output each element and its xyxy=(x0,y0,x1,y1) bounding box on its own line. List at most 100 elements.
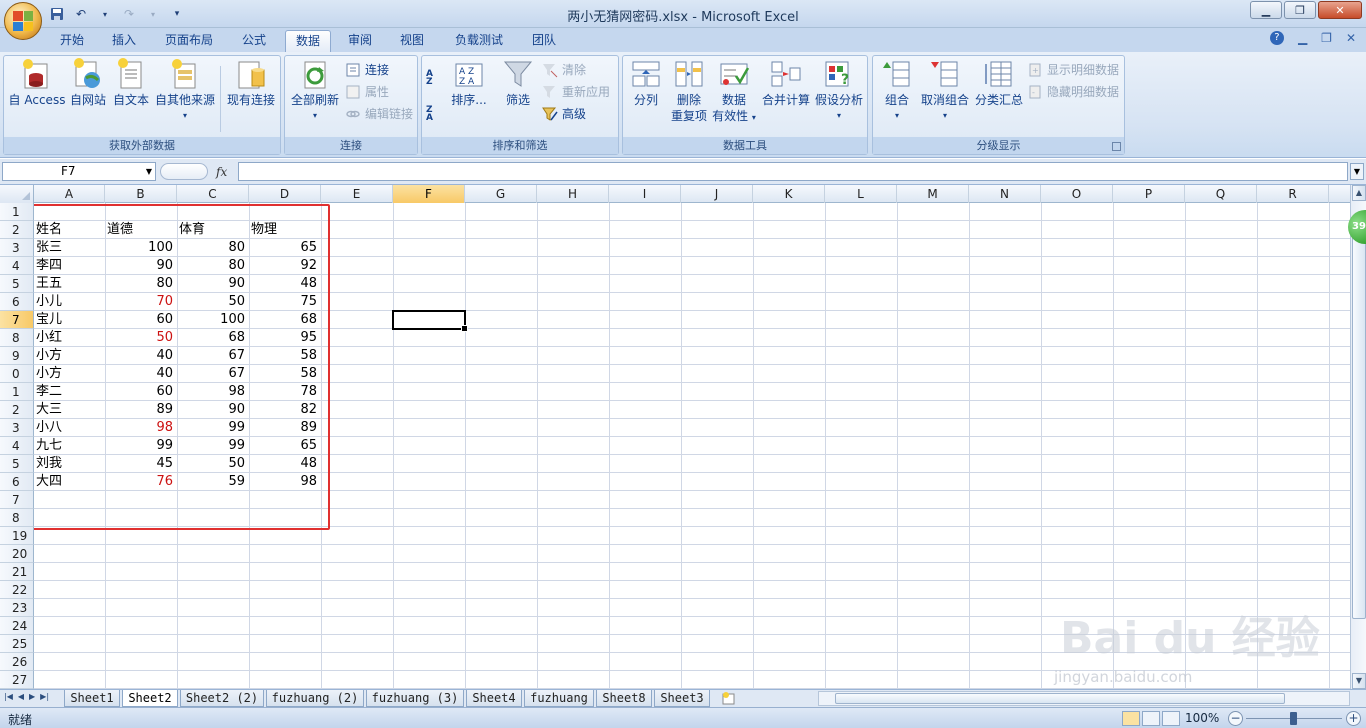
last-sheet-icon[interactable]: ▶| xyxy=(40,692,49,701)
row-header[interactable]: 4 xyxy=(0,437,34,455)
page-layout-view-icon[interactable] xyxy=(1142,711,1160,726)
column-header-b[interactable]: B xyxy=(105,185,177,203)
ribbon-close-icon[interactable]: ✕ xyxy=(1346,31,1356,45)
zoom-level[interactable]: 100% xyxy=(1185,711,1219,725)
row-header[interactable]: 7 xyxy=(0,311,34,329)
existing-connections-button[interactable]: 现有连接 xyxy=(224,58,278,108)
vertical-scroll-thumb[interactable] xyxy=(1352,219,1366,619)
column-header-o[interactable]: O xyxy=(1041,185,1113,203)
filter-button[interactable]: 筛选 xyxy=(498,58,538,108)
zoom-out-icon[interactable]: − xyxy=(1228,711,1243,726)
column-header-e[interactable]: E xyxy=(321,185,393,203)
row-header[interactable]: 27 xyxy=(0,671,34,689)
horizontal-scroll-thumb[interactable] xyxy=(835,693,1285,704)
ribbon-minimize-icon[interactable]: ▁ xyxy=(1298,31,1307,45)
row-header[interactable]: 1 xyxy=(0,383,34,401)
dialog-launcher-icon[interactable] xyxy=(1112,142,1121,151)
tab-team[interactable]: 团队 xyxy=(522,30,566,52)
office-button[interactable] xyxy=(4,2,42,40)
expand-formula-bar-icon[interactable]: ▼ xyxy=(1350,163,1364,180)
consolidate-button[interactable]: 合并计算 xyxy=(759,58,813,108)
row-header[interactable]: 20 xyxy=(0,545,34,563)
remove-duplicates-button[interactable]: 删除 重复项 xyxy=(667,58,711,124)
column-header-k[interactable]: K xyxy=(753,185,825,203)
column-header-g[interactable]: G xyxy=(465,185,537,203)
group-button[interactable]: 组合 ▾ xyxy=(877,58,917,124)
tab-view[interactable]: 视图 xyxy=(390,30,434,52)
what-if-analysis-button[interactable]: ? 假设分析 ▾ xyxy=(813,58,865,124)
ribbon-restore-icon[interactable]: ❐ xyxy=(1321,31,1332,45)
vertical-scrollbar[interactable]: ▲ ▼ xyxy=(1350,185,1366,689)
horizontal-scrollbar[interactable] xyxy=(818,691,1350,706)
column-header-a[interactable]: A xyxy=(34,185,105,203)
insert-sheet-icon[interactable] xyxy=(722,692,736,705)
active-cell-selection[interactable] xyxy=(392,310,468,332)
row-header[interactable]: 25 xyxy=(0,635,34,653)
row-header[interactable]: 7 xyxy=(0,491,34,509)
maximize-button[interactable]: ❐ xyxy=(1284,1,1316,19)
row-header[interactable]: 3 xyxy=(0,419,34,437)
close-button[interactable]: ✕ xyxy=(1318,1,1362,19)
formula-input[interactable] xyxy=(238,162,1348,181)
column-header-c[interactable]: C xyxy=(177,185,249,203)
column-header-q[interactable]: Q xyxy=(1185,185,1257,203)
row-header[interactable]: 2 xyxy=(0,401,34,419)
edit-links-button[interactable]: 编辑链接 xyxy=(345,104,413,124)
cell-area[interactable]: 姓名 道德 体育 物理 张三 100 80 65 李四 90 80 92 王五 80 90 48 小儿 70 50 7… xyxy=(10,203,1350,689)
from-other-sources-button[interactable]: 自其他来源 ▾ xyxy=(152,58,218,124)
column-header-n[interactable]: N xyxy=(969,185,1041,203)
row-header[interactable]: 23 xyxy=(0,599,34,617)
scroll-up-icon[interactable]: ▲ xyxy=(1352,185,1366,201)
column-header-h[interactable]: H xyxy=(537,185,609,203)
sheet-tab[interactable]: Sheet2 (2) xyxy=(180,690,264,707)
from-text-button[interactable]: 自文本 xyxy=(108,58,154,108)
sheet-tab[interactable]: Sheet4 xyxy=(466,690,522,707)
tab-load-test[interactable]: 负载测试 xyxy=(446,30,512,52)
reapply-button[interactable]: 重新应用 xyxy=(542,82,610,102)
row-header[interactable]: 2 xyxy=(0,221,34,239)
sheet-tab[interactable]: Sheet3 xyxy=(654,690,710,707)
normal-view-icon[interactable] xyxy=(1122,711,1140,726)
row-header[interactable]: 6 xyxy=(0,473,34,491)
scroll-down-icon[interactable]: ▼ xyxy=(1352,673,1366,689)
zoom-in-icon[interactable]: + xyxy=(1346,711,1361,726)
sort-ascending-button[interactable]: AZ xyxy=(426,68,442,88)
sheet-tab[interactable]: fuzhuang xyxy=(524,690,594,707)
sheet-tab[interactable]: fuzhuang (3) xyxy=(366,690,464,707)
refresh-all-button[interactable]: 全部刷新 ▾ xyxy=(287,58,343,124)
sheet-tab[interactable]: fuzhuang (2) xyxy=(266,690,364,707)
connections-button[interactable]: 连接 xyxy=(345,60,389,80)
row-header[interactable]: 8 xyxy=(0,329,34,347)
page-break-view-icon[interactable] xyxy=(1162,711,1180,726)
row-header[interactable]: 9 xyxy=(0,347,34,365)
hide-detail-button[interactable]: - 隐藏明细数据 xyxy=(1027,82,1119,102)
properties-button[interactable]: 属性 xyxy=(345,82,389,102)
first-sheet-icon[interactable]: |◀ xyxy=(4,692,13,701)
text-to-columns-button[interactable]: 分列 xyxy=(625,58,667,108)
help-icon[interactable]: ? xyxy=(1269,31,1284,45)
row-header[interactable]: 22 xyxy=(0,581,34,599)
row-header[interactable]: 8 xyxy=(0,509,34,527)
tab-formulas[interactable]: 公式 xyxy=(232,30,276,52)
row-header[interactable]: 4 xyxy=(0,257,34,275)
column-header-d[interactable]: D xyxy=(249,185,321,203)
name-box-dropdown-icon[interactable]: ▼ xyxy=(146,163,152,180)
row-header[interactable]: 5 xyxy=(0,275,34,293)
row-header[interactable]: 24 xyxy=(0,617,34,635)
column-header-l[interactable]: L xyxy=(825,185,897,203)
tab-home[interactable]: 开始 xyxy=(50,30,94,52)
select-all-corner[interactable] xyxy=(0,185,34,203)
sheet-tab[interactable]: Sheet1 xyxy=(64,690,120,707)
sheet-tab[interactable]: Sheet8 xyxy=(596,690,652,707)
column-header-f[interactable]: F xyxy=(393,185,465,203)
column-header-i[interactable]: I xyxy=(609,185,681,203)
row-header[interactable]: 26 xyxy=(0,653,34,671)
data-validation-button[interactable]: 数据 有效性 ▾ xyxy=(711,58,757,126)
tab-insert[interactable]: 插入 xyxy=(102,30,146,52)
row-header[interactable]: 0 xyxy=(0,365,34,383)
column-header-r[interactable]: R xyxy=(1257,185,1329,203)
minimize-button[interactable]: ▁ xyxy=(1250,1,1282,19)
tab-page-layout[interactable]: 页面布局 xyxy=(156,30,222,52)
ungroup-button[interactable]: 取消组合 ▾ xyxy=(917,58,973,124)
row-header[interactable]: 19 xyxy=(0,527,34,545)
